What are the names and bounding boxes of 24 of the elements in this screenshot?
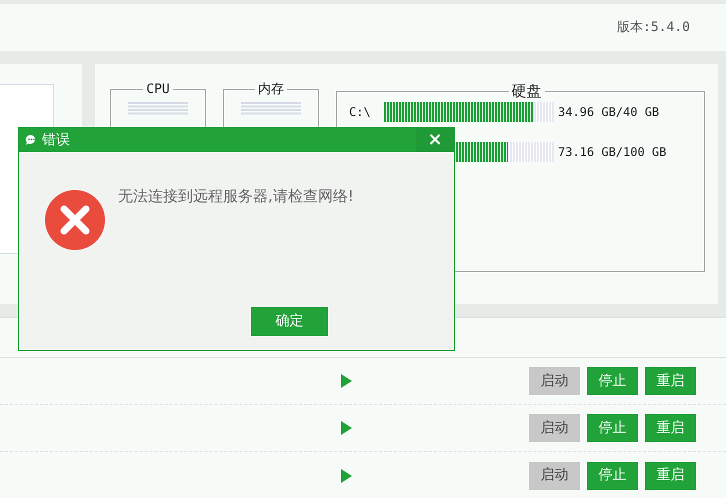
usage-reading: 34.96 GB/40 GB [558, 104, 660, 120]
error-message: 无法连接到远程服务器,请检查网络! [118, 186, 354, 207]
play-icon[interactable] [341, 468, 352, 482]
error-icon [45, 190, 105, 250]
service-button[interactable]: 停止 [587, 462, 638, 490]
disk-title: 硬盘 [510, 81, 542, 102]
version-label: 版本:5.4.0 [617, 18, 690, 37]
service-button[interactable]: 停止 [587, 367, 638, 395]
play-icon[interactable] [341, 421, 352, 435]
monitor-title: CPU [145, 81, 171, 99]
chat-bubble-icon [25, 134, 37, 146]
service-button[interactable]: 重启 [645, 414, 696, 442]
meter-icon [241, 102, 301, 114]
dialog-title: 错误 [42, 130, 70, 150]
close-button[interactable]: × [416, 128, 454, 152]
service-button[interactable]: 重启 [645, 367, 696, 395]
usage-reading: 73.16 GB/100 GB [558, 144, 666, 160]
service-button[interactable]: 重启 [645, 462, 696, 490]
meter-icon [128, 102, 188, 114]
monitor-title: 内存 [257, 81, 285, 99]
service-button[interactable]: 停止 [587, 414, 638, 442]
play-icon[interactable] [341, 374, 352, 388]
drive-label: C:\ [349, 104, 372, 120]
ok-button[interactable]: 确定 [251, 307, 328, 336]
